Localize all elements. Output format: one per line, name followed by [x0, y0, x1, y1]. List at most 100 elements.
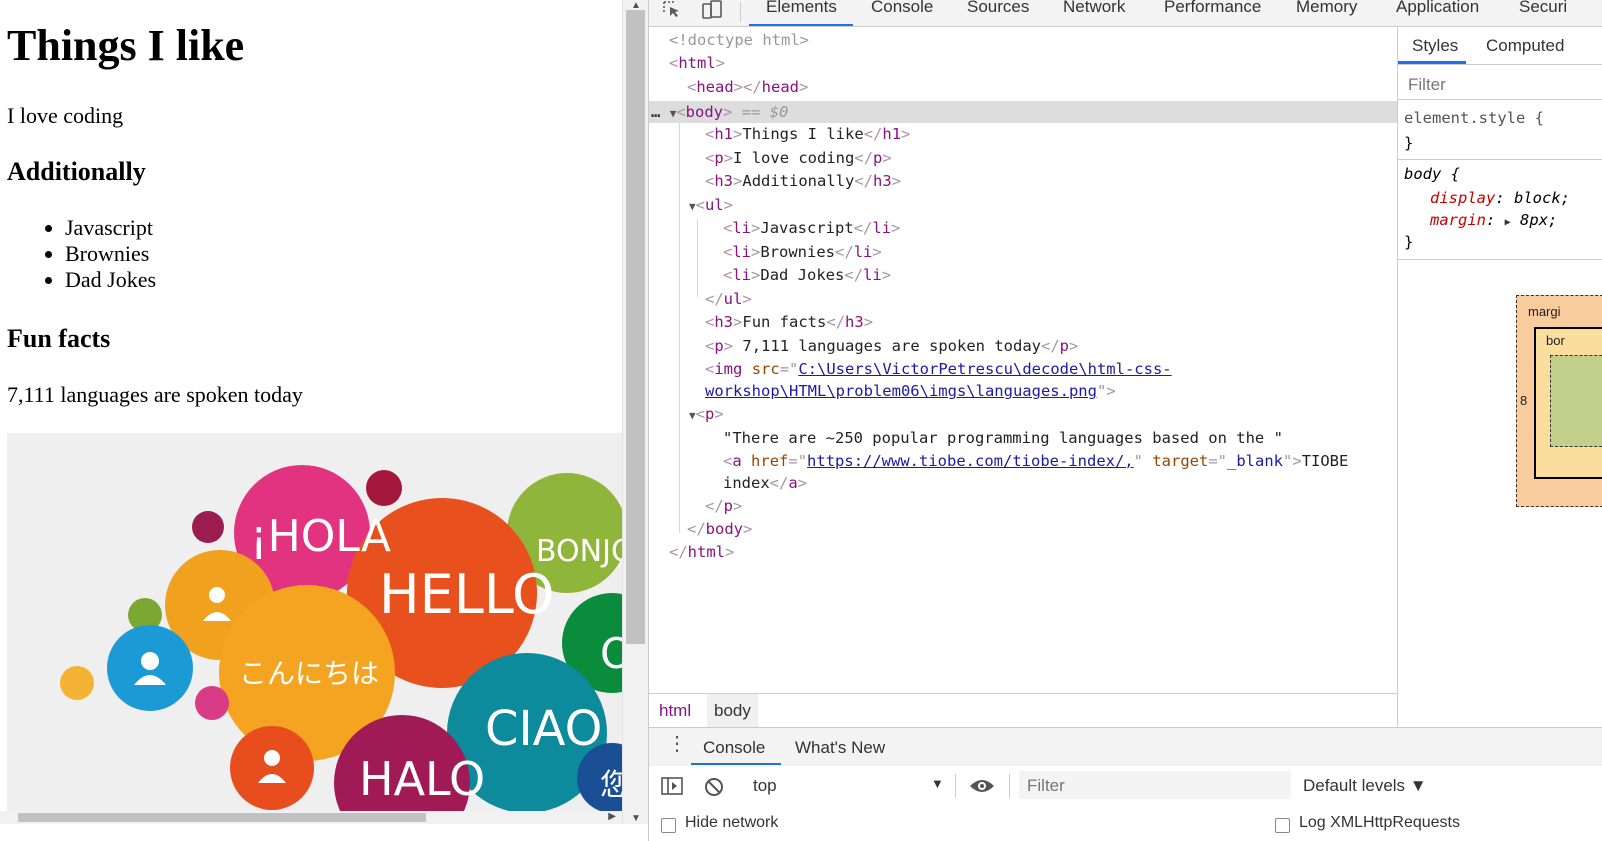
- context-selector[interactable]: top: [753, 776, 777, 796]
- collapse-triangle-icon[interactable]: ▼: [689, 409, 696, 422]
- page-horizontal-scrollbar[interactable]: ▶: [0, 811, 622, 824]
- dom-node-body[interactable]: … ▼<body> == $0: [651, 101, 788, 123]
- tab-computed[interactable]: Computed: [1486, 36, 1564, 56]
- breadcrumb-html[interactable]: html: [659, 694, 691, 727]
- breadcrumb-body[interactable]: body: [707, 694, 758, 727]
- dom-node-a[interactable]: <a href="https://www.tiobe.com/tiobe-ind…: [723, 450, 1348, 472]
- dom-node-p[interactable]: ▼<p>: [689, 403, 724, 425]
- dom-node-h1[interactable]: <h1>Things I like</h1>: [705, 123, 910, 145]
- dom-doctype[interactable]: <!doctype html>: [669, 29, 809, 51]
- tab-performance[interactable]: Performance: [1164, 0, 1261, 17]
- console-toolbar: top ▼ Filter Default levels ▼: [649, 766, 1602, 809]
- console-settings-row: Hide network Log XMLHttpRequests: [649, 808, 1602, 841]
- body-rule-selector[interactable]: body {: [1404, 165, 1460, 183]
- dom-node-p-close[interactable]: </p>: [705, 495, 742, 517]
- tab-memory[interactable]: Memory: [1296, 0, 1357, 17]
- page-preview: Things I like I love coding Additionally…: [0, 0, 622, 824]
- eye-icon[interactable]: [969, 776, 995, 801]
- page-vertical-scrollbar[interactable]: ▲ ▼: [622, 0, 648, 824]
- box-model-padding: [1550, 355, 1602, 447]
- bubble-text: HELLO: [379, 563, 554, 626]
- bubble-text: O: [600, 629, 622, 678]
- hide-network-checkbox[interactable]: [661, 818, 676, 833]
- dom-node-p[interactable]: <p>I love coding</p>: [705, 147, 892, 169]
- display-declaration[interactable]: display: block;: [1430, 189, 1570, 207]
- bubble-text: CIAO: [485, 701, 602, 757]
- dom-node-img[interactable]: <img src="C:\Users\VictorPetrescu\decode…: [705, 358, 1172, 380]
- tabbar-separator: [740, 2, 741, 22]
- dom-node-html-close[interactable]: </html>: [669, 541, 734, 563]
- drawer-tabbar: ⋮ Console What's New: [649, 727, 1602, 767]
- active-tab-indicator: [749, 24, 853, 26]
- styles-filter-input[interactable]: Filter: [1408, 75, 1446, 95]
- scrollbar-thumb[interactable]: [626, 10, 645, 644]
- scrollbar-thumb[interactable]: [18, 813, 426, 822]
- box-model-margin-value[interactable]: 8: [1520, 393, 1527, 408]
- bubble-text: こんにちは: [239, 657, 379, 690]
- dom-text-node[interactable]: "There are ~250 popular programming lang…: [723, 427, 1283, 449]
- img-src-link[interactable]: C:\Users\VictorPetrescu\decode\html-css-: [798, 360, 1171, 378]
- bubble-text: ¡HOLA: [250, 511, 391, 562]
- dom-node-h3[interactable]: <h3>Additionally</h3>: [705, 170, 901, 192]
- box-model-margin-label: margi: [1528, 304, 1561, 319]
- tab-application[interactable]: Application: [1396, 0, 1479, 17]
- bubble-text: HALO: [359, 752, 485, 806]
- anchor-href-link[interactable]: https://www.tiobe.com/tiobe-index/,: [807, 452, 1134, 470]
- margin-declaration[interactable]: margin: ▶ 8px;: [1430, 211, 1557, 229]
- clear-console-icon[interactable]: [703, 776, 725, 803]
- more-vertical-icon[interactable]: ⋮: [667, 734, 687, 754]
- devtools-tabbar: Elements Console Sources Network Perform…: [649, 0, 1602, 27]
- dom-node-li[interactable]: <li>Javascript</li>: [723, 217, 900, 239]
- list-item: Javascript: [65, 215, 156, 241]
- tab-elements[interactable]: Elements: [766, 0, 837, 17]
- dom-node-ul[interactable]: ▼<ul>: [689, 194, 733, 216]
- expand-triangle-icon[interactable]: ▶: [1505, 217, 1511, 228]
- drawer-tab-console[interactable]: Console: [703, 738, 765, 758]
- dom-node-head[interactable]: <head></head>: [687, 76, 808, 98]
- console-filter-input[interactable]: Filter: [1019, 771, 1291, 799]
- box-model-border-label: bor: [1546, 333, 1565, 348]
- scroll-down-arrow-icon[interactable]: ▼: [631, 813, 641, 824]
- sidebar-toggle-icon[interactable]: [661, 776, 683, 801]
- tab-sources[interactable]: Sources: [967, 0, 1029, 17]
- likes-list: Javascript Brownies Dad Jokes: [17, 215, 156, 293]
- dom-node-body-close[interactable]: </body>: [687, 518, 752, 540]
- dom-node-ul-close[interactable]: </ul>: [705, 288, 752, 310]
- tab-security[interactable]: Securi: [1519, 0, 1567, 17]
- rule-close: }: [1404, 233, 1414, 251]
- fact-paragraph: 7,111 languages are spoken today: [7, 382, 303, 407]
- selected-marker: == $0: [741, 103, 789, 121]
- dom-node-p[interactable]: <p> 7,111 languages are spoken today</p>: [705, 335, 1078, 357]
- tab-network[interactable]: Network: [1063, 0, 1125, 17]
- fun-facts-heading: Fun facts: [7, 324, 111, 353]
- dom-node-img-cont[interactable]: workshop\HTML\problem06\imgs\languages.p…: [705, 380, 1116, 402]
- dom-node-a-cont[interactable]: index</a>: [723, 472, 807, 494]
- dom-node-html[interactable]: <html>: [669, 52, 725, 74]
- dom-node-h3[interactable]: <h3>Fun facts</h3>: [705, 311, 873, 333]
- collapse-triangle-icon[interactable]: ▼: [689, 200, 696, 213]
- log-levels-dropdown[interactable]: Default levels ▼: [1303, 776, 1427, 796]
- hide-network-label: Hide network: [685, 814, 779, 831]
- intro-paragraph: I love coding: [7, 103, 124, 128]
- dom-node-li[interactable]: <li>Brownies</li>: [723, 241, 882, 263]
- dom-node-li[interactable]: <li>Dad Jokes</li>: [723, 264, 891, 286]
- styles-pane: Styles Computed Filter element.style { }…: [1397, 27, 1602, 727]
- tab-styles[interactable]: Styles: [1412, 36, 1458, 56]
- img-src-link[interactable]: workshop\HTML\problem06\imgs\languages.p…: [705, 382, 1097, 400]
- list-item: Brownies: [65, 241, 156, 267]
- bubble-text: 您: [600, 768, 622, 803]
- divider: [1398, 159, 1602, 160]
- dropdown-arrow-icon[interactable]: ▼: [931, 776, 944, 791]
- console-filter-placeholder: Filter: [1027, 776, 1065, 795]
- device-toolbar-icon[interactable]: [701, 0, 723, 20]
- devtools-panel: Elements Console Sources Network Perform…: [648, 0, 1602, 841]
- tab-console[interactable]: Console: [871, 0, 933, 17]
- drawer-tab-whats-new[interactable]: What's New: [795, 738, 885, 758]
- element-style-rule[interactable]: element.style {: [1404, 109, 1544, 127]
- scroll-right-arrow-icon[interactable]: ▶: [608, 811, 616, 822]
- bubble-text: BONJOU: [536, 534, 622, 569]
- indent-guide: [697, 219, 698, 297]
- inspect-element-icon[interactable]: [661, 0, 683, 20]
- log-xhr-checkbox[interactable]: [1275, 818, 1290, 833]
- page-heading: Things I like: [7, 21, 245, 70]
